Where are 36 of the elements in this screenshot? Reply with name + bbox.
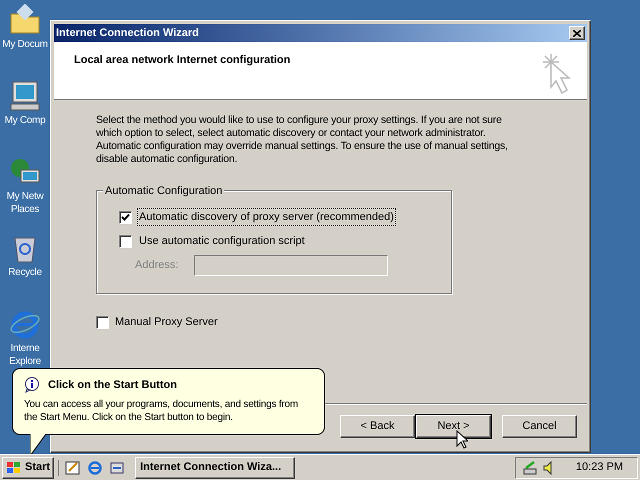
checkbox[interactable] xyxy=(119,210,132,224)
channels-icon[interactable] xyxy=(109,460,126,476)
checkbox-label[interactable]: Use automatic configuration script xyxy=(138,232,306,250)
desktop-icon-label[interactable]: Interne Explore xyxy=(9,342,41,368)
check-mark-icon xyxy=(121,212,130,222)
balloon-text: You can access all your programs, documents, and settings from the Start Menu. Click on the Start button to begin. xyxy=(24,398,300,424)
checkbox[interactable] xyxy=(119,234,132,248)
checkbox-label[interactable]: Manual Proxy Server xyxy=(115,314,218,330)
close-button[interactable] xyxy=(569,26,585,40)
start-button[interactable]: Start xyxy=(2,456,54,478)
group-title: Automatic Configuration xyxy=(103,183,224,200)
show-desktop-icon[interactable] xyxy=(65,460,82,476)
wizard-button[interactable]: Next > xyxy=(416,415,491,438)
network-tray-icon[interactable] xyxy=(522,460,538,476)
balloon-title: Click on the Start Button xyxy=(48,378,177,393)
browser-icon[interactable] xyxy=(87,460,104,476)
computer-icon xyxy=(9,80,41,112)
intro-text: Select the method you would like to use to configure your proxy settings. If you are not sure which option to select, select automatic discovery or contact your network administrator. Automatic configuration may override manual settings. To ensure the use of manual settings, disable automatic configuration. xyxy=(96,114,509,166)
folder-icon xyxy=(9,4,41,36)
taskbar-task[interactable]: Internet Connection Wiza... xyxy=(135,456,296,478)
desktop-icon-label[interactable]: My Docum xyxy=(2,38,48,51)
close-icon xyxy=(573,30,581,36)
checkbox-label[interactable]: Automatic discovery of proxy server (recommended) xyxy=(138,208,395,226)
info-icon xyxy=(24,377,40,394)
page-heading: Local area network Internet configuration xyxy=(74,53,290,68)
desktop-icon-label[interactable]: Recycle xyxy=(8,266,42,279)
desktop-icon-label[interactable]: My Netw Places xyxy=(6,190,44,216)
clock[interactable]: 10:23 PM xyxy=(576,459,623,476)
windows-flag-icon xyxy=(6,460,22,474)
desktop-icon-label[interactable]: My Comp xyxy=(4,114,46,127)
wizard-button[interactable]: < Back xyxy=(340,415,415,438)
wizard-button[interactable]: Cancel xyxy=(502,415,577,438)
address-label: Address: xyxy=(135,258,178,274)
checkbox[interactable] xyxy=(96,316,109,329)
window-title: Internet Connection Wizard xyxy=(56,26,199,41)
mouse-pointer-icon xyxy=(456,430,468,449)
